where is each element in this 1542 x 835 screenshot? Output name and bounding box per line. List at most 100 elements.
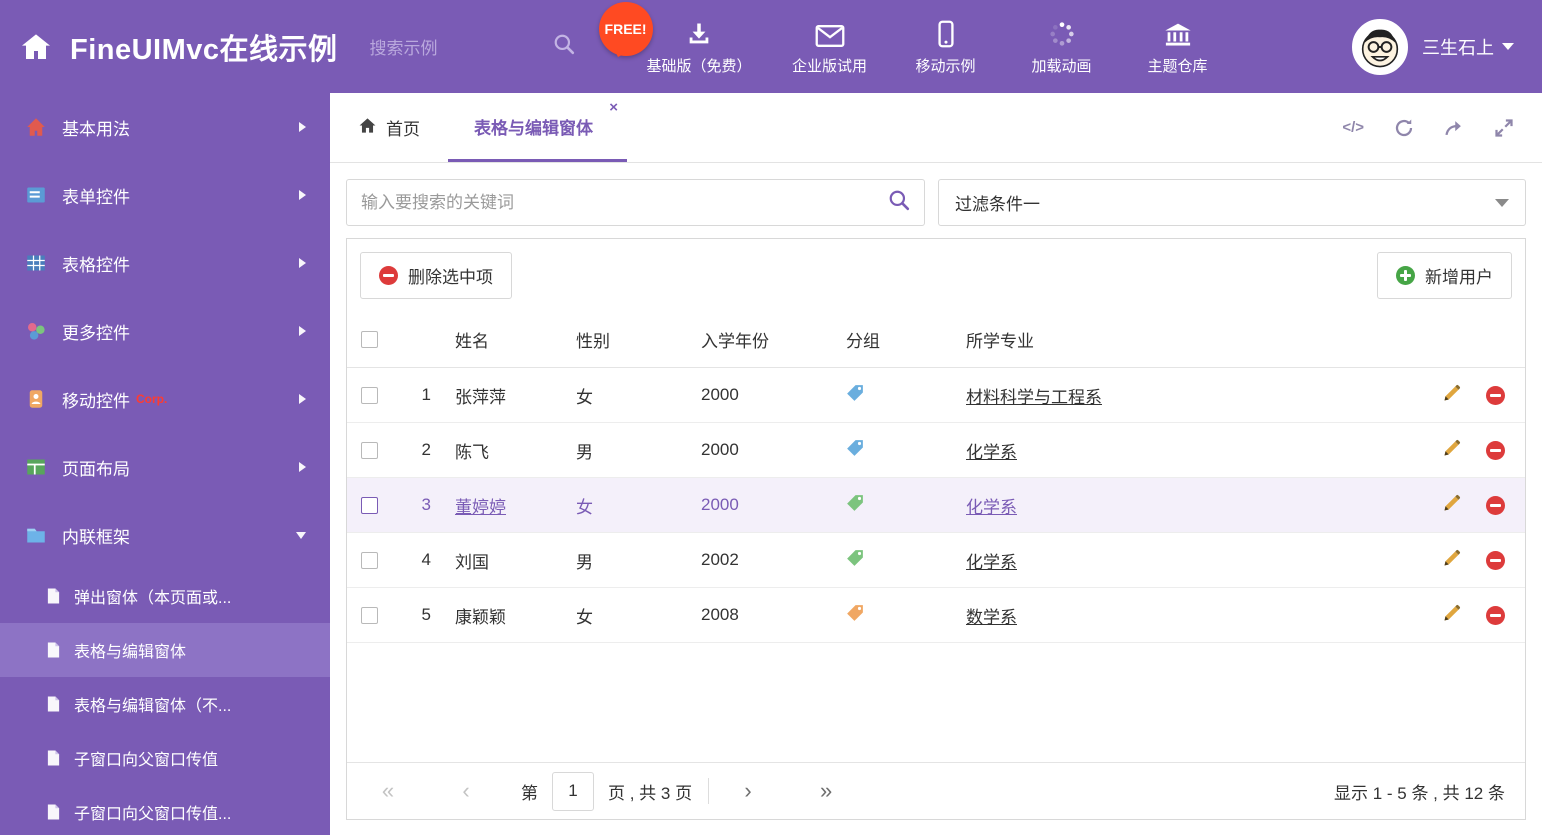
- delete-row-icon[interactable]: [1486, 605, 1505, 625]
- corp-badge: Corp.: [136, 392, 168, 406]
- avatar[interactable]: [1352, 18, 1408, 75]
- sidebar-item-mobile-controls[interactable]: 移动控件 Corp.: [0, 365, 330, 433]
- tab-home[interactable]: 首页: [330, 93, 448, 162]
- tab-tools: </>: [1342, 93, 1542, 162]
- delete-row-icon[interactable]: [1486, 440, 1505, 460]
- nav-item-loading-animation[interactable]: 加载动画: [1024, 18, 1100, 76]
- delete-button-label: 删除选中项: [408, 268, 493, 287]
- sidebar-subitem-grid-edit-window[interactable]: 表格与编辑窗体: [0, 623, 330, 677]
- nav-item-theme-store[interactable]: 主题仓库: [1140, 18, 1216, 76]
- search-icon[interactable]: [553, 33, 575, 60]
- nav-label: 企业版试用: [792, 57, 868, 75]
- edit-pencil-icon[interactable]: [1442, 383, 1462, 408]
- sidebar-item-label: 内联框架: [62, 527, 130, 547]
- nav-item-basic-free[interactable]: FREE! 基础版（免费）: [598, 1, 752, 76]
- refresh-icon[interactable]: [1394, 118, 1414, 138]
- brand[interactable]: FineUIMvc在线示例: [0, 26, 338, 68]
- next-page-icon[interactable]: ›: [733, 778, 763, 804]
- row-checkbox[interactable]: [361, 386, 378, 404]
- nav-label: 移动示例: [915, 57, 976, 75]
- edit-pencil-icon[interactable]: [1442, 493, 1462, 518]
- keyword-search-box: [346, 179, 925, 226]
- top-nav: FREE! 基础版（免费） 企业版试用 移动示例 加载动画 主题仓库: [598, 1, 1216, 76]
- page-number-input[interactable]: [552, 771, 594, 811]
- sidebar-item-form-controls[interactable]: 表单控件: [0, 161, 330, 229]
- tag-icon: [832, 549, 952, 572]
- prev-page-icon[interactable]: ‹: [451, 778, 481, 804]
- tab-grid-edit-window[interactable]: 表格与编辑窗体 ×: [448, 93, 627, 162]
- delete-row-icon[interactable]: [1486, 550, 1505, 570]
- tab-label: 表格与编辑窗体: [474, 118, 593, 138]
- sidebar-item-grid-controls[interactable]: 表格控件: [0, 229, 330, 297]
- filter-dropdown[interactable]: 过滤条件一: [938, 179, 1526, 226]
- source-code-icon[interactable]: </>: [1342, 119, 1364, 136]
- row-actions: [1399, 548, 1511, 573]
- table-empty-area: [347, 643, 1525, 762]
- major-link[interactable]: 材料科学与工程系: [966, 388, 1102, 407]
- table-icon: [26, 253, 46, 273]
- table-row[interactable]: 4 刘国 男 2002 化学系: [347, 533, 1525, 588]
- table-row[interactable]: 1 张萍萍 女 2000 材料科学与工程系: [347, 368, 1525, 423]
- col-header-group: 分组: [846, 332, 880, 351]
- nav-item-enterprise-trial[interactable]: 企业版试用: [792, 18, 868, 76]
- row-checkbox[interactable]: [361, 441, 378, 459]
- sidebar-subitem-label: 子窗口向父窗口传值: [74, 752, 219, 769]
- close-icon[interactable]: ×: [609, 100, 618, 115]
- page-icon: [46, 803, 61, 821]
- select-all-checkbox[interactable]: [361, 331, 378, 348]
- major-link[interactable]: 数学系: [966, 608, 1017, 627]
- major-link[interactable]: 化学系: [966, 498, 1017, 517]
- delete-selected-button[interactable]: 删除选中项: [360, 252, 512, 299]
- first-page-icon[interactable]: «: [373, 778, 403, 804]
- chevron-right-icon: [299, 122, 306, 132]
- sidebar-subitem-label: 弹出窗体（本页面或...: [74, 590, 232, 607]
- cell-year: 2008: [701, 605, 739, 624]
- sidebar-item-basic-usage[interactable]: 基本用法: [0, 93, 330, 161]
- row-checkbox[interactable]: [361, 551, 378, 569]
- sidebar-subitem-grid-edit-window-2[interactable]: 表格与编辑窗体（不...: [0, 677, 330, 731]
- sidebar-subitem-child-to-parent-2[interactable]: 子窗口向父窗口传值...: [0, 785, 330, 835]
- major-link[interactable]: 化学系: [966, 443, 1017, 462]
- search-icon[interactable]: [888, 189, 910, 216]
- page-prefix-label: 第: [521, 783, 538, 803]
- edit-pencil-icon[interactable]: [1442, 438, 1462, 463]
- row-index: 2: [421, 440, 431, 459]
- page-icon: [46, 749, 61, 767]
- sidebar-item-iframe[interactable]: 内联框架: [0, 501, 330, 569]
- app-root: FineUIMvc在线示例 搜索示例 FREE! 基础版（免费） 企业版试用 移…: [0, 0, 1542, 835]
- sidebar-subitem-child-to-parent[interactable]: 子窗口向父窗口传值: [0, 731, 330, 785]
- cell-year: 2000: [701, 495, 739, 514]
- major-link[interactable]: 化学系: [966, 553, 1017, 572]
- chevron-right-icon: [299, 462, 306, 472]
- edit-pencil-icon[interactable]: [1442, 603, 1462, 628]
- tag-icon: [832, 604, 952, 627]
- row-checkbox[interactable]: [361, 606, 378, 624]
- sidebar-subitem-popup-window[interactable]: 弹出窗体（本页面或...: [0, 569, 330, 623]
- sidebar-item-more-controls[interactable]: 更多控件: [0, 297, 330, 365]
- row-index: 4: [421, 550, 431, 569]
- grid-panel: 删除选中项 新增用户 姓名 性别 入学年份 分组 所学专业 1 张萍萍 女 20…: [346, 238, 1526, 820]
- user-menu[interactable]: 三生石上: [1352, 18, 1542, 75]
- keyword-search-input[interactable]: [361, 192, 888, 213]
- body-row: 基本用法 表单控件 表格控件 更多控件 移动控件 Corp. 页面布局 内联框架…: [0, 93, 1542, 835]
- delete-row-icon[interactable]: [1486, 385, 1505, 405]
- nav-item-mobile-demo[interactable]: 移动示例: [908, 18, 984, 76]
- sidebar-item-page-layout[interactable]: 页面布局: [0, 433, 330, 501]
- table-row[interactable]: 5 康颖颖 女 2008 数学系: [347, 588, 1525, 643]
- edit-pencil-icon[interactable]: [1442, 548, 1462, 573]
- table-row-selected[interactable]: 3 董婷婷 女 2000 化学系: [347, 478, 1525, 533]
- header-search[interactable]: 搜索示例: [370, 33, 575, 60]
- add-user-button[interactable]: 新增用户: [1377, 252, 1512, 299]
- table-row[interactable]: 2 陈飞 男 2000 化学系: [347, 423, 1525, 478]
- delete-row-icon[interactable]: [1486, 495, 1505, 515]
- sidebar: 基本用法 表单控件 表格控件 更多控件 移动控件 Corp. 页面布局 内联框架…: [0, 93, 330, 835]
- sidebar-item-label: 更多控件: [62, 323, 130, 343]
- share-icon[interactable]: [1444, 118, 1464, 138]
- sidebar-item-label: 表单控件: [62, 187, 130, 207]
- row-checkbox[interactable]: [361, 496, 378, 514]
- col-header-major: 所学专业: [966, 332, 1034, 351]
- cell-name: 刘国: [455, 552, 489, 572]
- expand-icon[interactable]: [1494, 118, 1514, 138]
- page-suffix-label: 页 , 共 3 页: [608, 783, 693, 803]
- last-page-icon[interactable]: »: [811, 778, 841, 804]
